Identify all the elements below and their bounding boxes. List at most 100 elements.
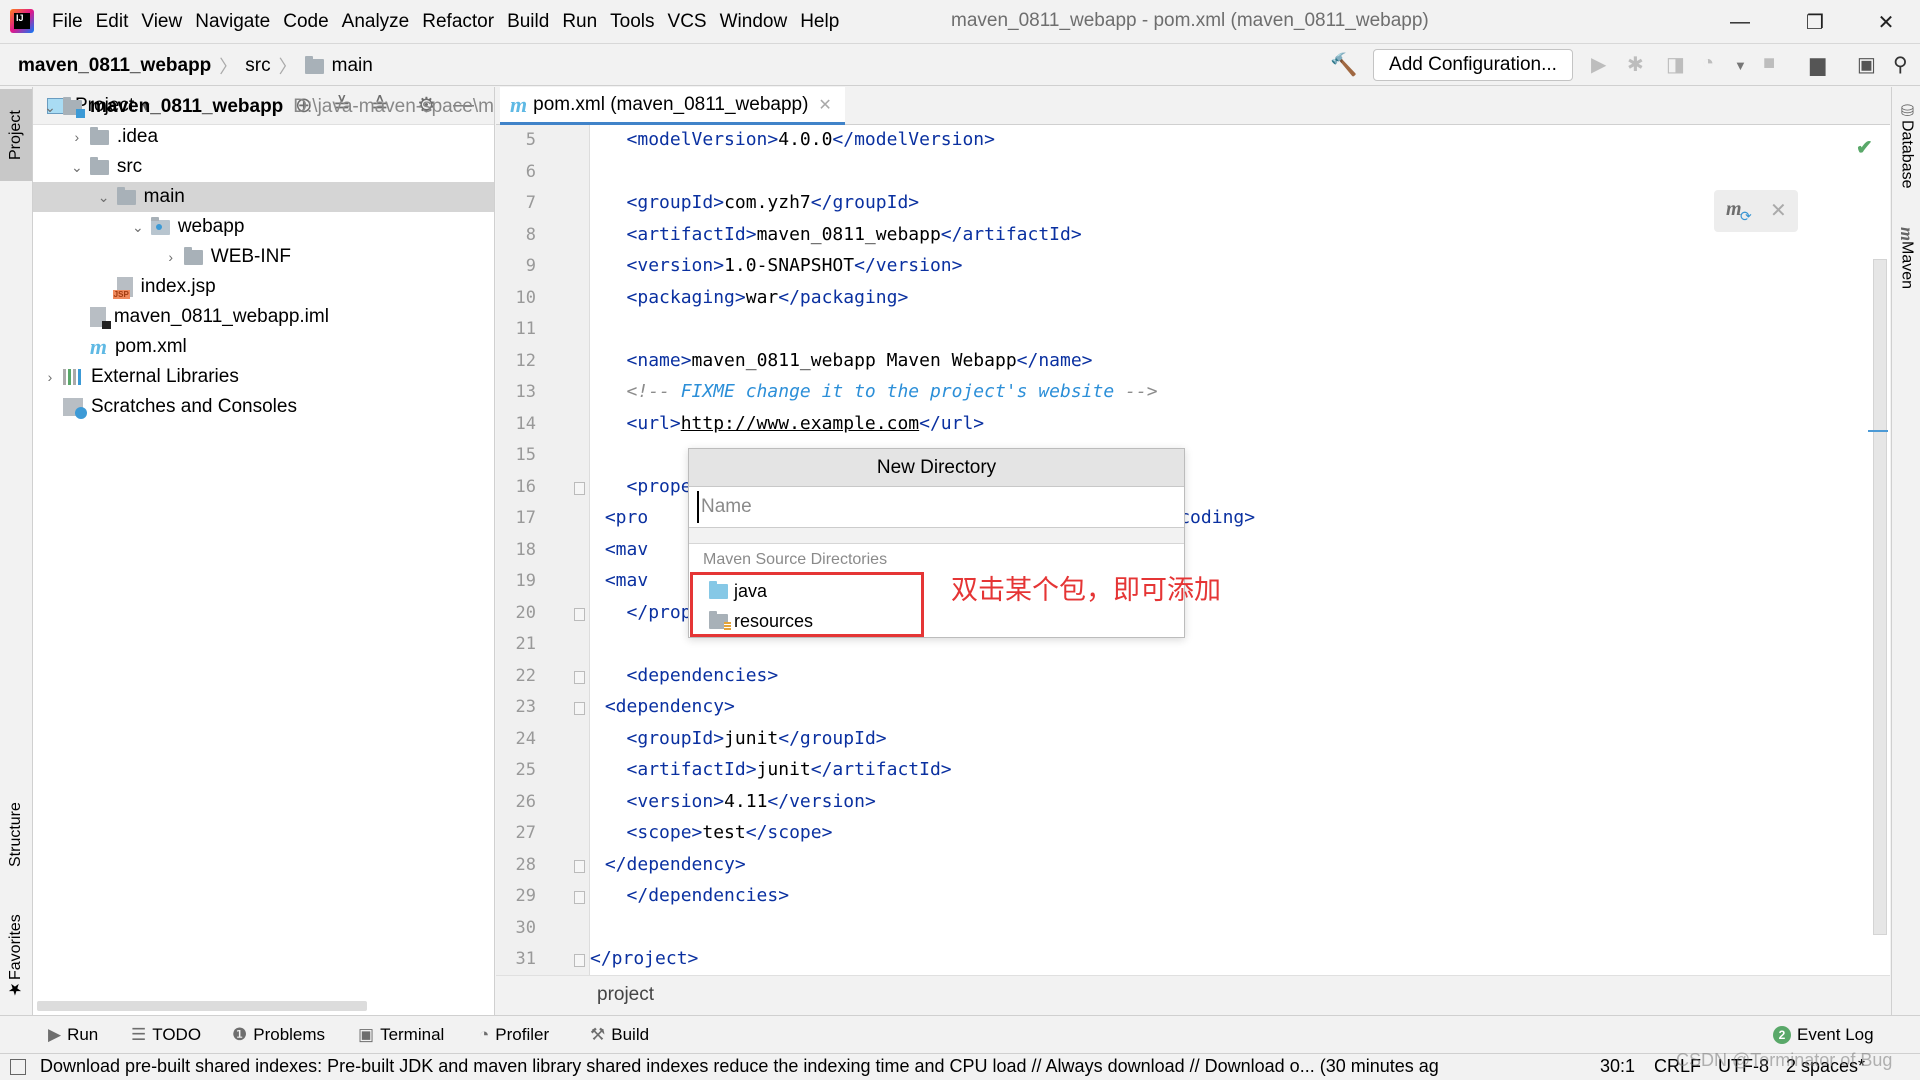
menu-refactor[interactable]: Refactor [422, 11, 504, 33]
caret-position[interactable]: 30:1 [1600, 1056, 1635, 1077]
popup-item-resources[interactable]: resources [709, 606, 813, 636]
breadcrumb-project[interactable]: maven_0811_webapp [18, 55, 211, 77]
close-window-button[interactable]: ✕ [1866, 6, 1906, 38]
fold-marker-icon[interactable] [574, 702, 585, 715]
code-line[interactable]: </project> [590, 948, 698, 969]
code-line[interactable]: <url>http://www.example.com</url> [594, 413, 985, 434]
breadcrumb-main[interactable]: main [332, 55, 373, 77]
code-line[interactable]: <dependencies> [594, 665, 779, 686]
code-line[interactable]: <packaging>war</packaging> [594, 287, 909, 308]
code-line[interactable]: <modelVersion>4.0.0</modelVersion> [594, 129, 995, 150]
tool-todo[interactable]: ☰ TODO [131, 1025, 201, 1045]
run-dropdown-icon[interactable]: ▼ [1734, 58, 1747, 73]
stop-icon[interactable]: ■ [1763, 52, 1775, 75]
menu-tools[interactable]: Tools [610, 11, 664, 33]
code-line[interactable]: <artifactId>junit</artifactId> [594, 759, 952, 780]
code-line[interactable]: </dependencies> [594, 885, 790, 906]
tab-database[interactable]: ⛁ Database [1892, 101, 1920, 211]
status-message-icon [10, 1059, 26, 1075]
menu-run[interactable]: Run [562, 11, 607, 33]
code-line[interactable]: <name>maven_0811_webapp Maven Webapp</na… [594, 350, 1093, 371]
menu-navigate[interactable]: Navigate [195, 11, 280, 33]
chevron-down-icon[interactable]: ⌄ [129, 219, 147, 236]
fold-marker-icon[interactable] [574, 859, 585, 873]
chevron-right-icon[interactable]: › [162, 249, 180, 265]
chevron-right-icon[interactable]: › [41, 369, 59, 385]
tree-item-main[interactable]: ⌄ main [33, 182, 494, 212]
coverage-icon[interactable]: ◨ [1666, 52, 1685, 77]
menu-analyze[interactable]: Analyze [342, 11, 420, 33]
tree-item-maven-0811-webapp[interactable]: ⌄ maven_0811_webapp D:\java-maven-space\m [33, 92, 494, 122]
code-line[interactable]: <prope [594, 476, 692, 497]
menu-edit[interactable]: Edit [96, 11, 139, 33]
vertical-scrollbar[interactable] [1873, 259, 1887, 935]
fold-marker-icon[interactable] [574, 607, 585, 621]
menu-help[interactable]: Help [800, 11, 849, 33]
code-line[interactable]: </dependency> [594, 854, 746, 875]
code-line[interactable]: <!-- FIXME change it to the project's we… [594, 381, 1158, 402]
menu-build[interactable]: Build [507, 11, 559, 33]
chevron-down-icon[interactable]: ⌄ [95, 189, 113, 206]
tab-structure[interactable]: Structure [0, 777, 32, 892]
code-line[interactable]: <dependency> [594, 696, 735, 717]
tool-problems[interactable]: ❶ Problems [232, 1025, 325, 1045]
fold-marker-icon[interactable] [574, 670, 585, 684]
inspection-ok-icon[interactable]: ✔ [1856, 135, 1873, 160]
menu-view[interactable]: View [141, 11, 192, 33]
code-line[interactable]: <groupId>junit</groupId> [594, 728, 887, 749]
horizontal-scrollbar[interactable] [37, 1001, 367, 1011]
chevron-down-icon[interactable]: ⌄ [68, 159, 86, 176]
fold-marker-icon[interactable] [574, 481, 585, 495]
menu-file[interactable]: File [52, 11, 93, 33]
tree-item-maven-0811-webapp-iml[interactable]: maven_0811_webapp.iml [33, 302, 494, 332]
tool-run[interactable]: ▶ Run [48, 1025, 98, 1045]
build-hammer-icon[interactable]: 🔨 [1330, 52, 1357, 78]
tool-build[interactable]: ⚒ Build [590, 1025, 649, 1045]
chevron-right-icon[interactable]: › [68, 129, 86, 145]
close-tab-icon[interactable]: ✕ [818, 95, 831, 115]
tree-item-web-inf[interactable]: › WEB-INF [33, 242, 494, 272]
chevron-down-icon[interactable]: ⌄ [41, 99, 59, 116]
breadcrumb-src[interactable]: src [245, 55, 270, 77]
tool-terminal[interactable]: ▣ Terminal [358, 1025, 444, 1045]
fold-marker-icon[interactable] [574, 891, 585, 904]
tab-project[interactable]: Project [0, 89, 32, 181]
editor-breadcrumb-project[interactable]: project [597, 984, 654, 1006]
tab-maven[interactable]: m Maven [1892, 227, 1920, 327]
debug-icon[interactable]: ✱ [1627, 52, 1644, 77]
run-anything-icon[interactable]: ▣ [1857, 52, 1876, 77]
tree-item-idea[interactable]: › .idea [33, 122, 494, 152]
status-message[interactable]: Download pre-built shared indexes: Pre-b… [40, 1056, 1550, 1077]
tree-item-external-libraries[interactable]: › External Libraries [33, 362, 494, 392]
tool-event-log[interactable]: 2 Event Log [1773, 1025, 1874, 1045]
code-line[interactable]: <scope>test</scope> [594, 822, 833, 843]
tree-item-webapp[interactable]: ⌄ webapp [33, 212, 494, 242]
reload-maven-button[interactable]: ⟳ [1740, 208, 1752, 225]
tree-item-scratches-and-consoles[interactable]: Scratches and Consoles [33, 392, 494, 422]
code-line[interactable]: </prop [594, 602, 692, 623]
tab-favorites[interactable]: ★ Favorites [0, 897, 32, 1017]
menu-window[interactable]: Window [720, 11, 798, 33]
menu-vcs[interactable]: VCS [668, 11, 717, 33]
tree-item-src[interactable]: ⌄ src [33, 152, 494, 182]
profile-icon[interactable]: ◔ [1702, 52, 1714, 75]
add-configuration-button[interactable]: Add Configuration... [1373, 49, 1573, 81]
run-icon[interactable]: ▶ [1591, 52, 1606, 77]
fold-marker-icon[interactable] [574, 954, 585, 967]
code-line[interactable]: <version>4.11</version> [594, 791, 876, 812]
search-everywhere-icon[interactable]: ⚲ [1893, 52, 1908, 77]
restore-button[interactable]: ❐ [1795, 6, 1835, 38]
close-reload-icon[interactable]: ✕ [1770, 198, 1787, 223]
menu-code[interactable]: Code [283, 11, 338, 33]
code-line[interactable]: <groupId>com.yzh7</groupId> [594, 192, 920, 213]
tree-item-pom-xml[interactable]: m pom.xml [33, 332, 494, 362]
tool-profiler[interactable]: ◔ Profiler [479, 1025, 549, 1045]
project-structure-icon[interactable]: ▆ [1810, 52, 1825, 77]
popup-item-java[interactable]: java [709, 576, 767, 606]
minimize-button[interactable]: — [1720, 6, 1760, 38]
tree-item-index-jsp[interactable]: JSP index.jsp [33, 272, 494, 302]
code-line[interactable]: <version>1.0-SNAPSHOT</version> [594, 255, 963, 276]
tab-pom-xml[interactable]: m pom.xml (maven_0811_webapp) ✕ [500, 87, 845, 125]
code-line[interactable]: <artifactId>maven_0811_webapp</artifactI… [594, 224, 1082, 245]
directory-name-input[interactable] [697, 491, 1167, 523]
